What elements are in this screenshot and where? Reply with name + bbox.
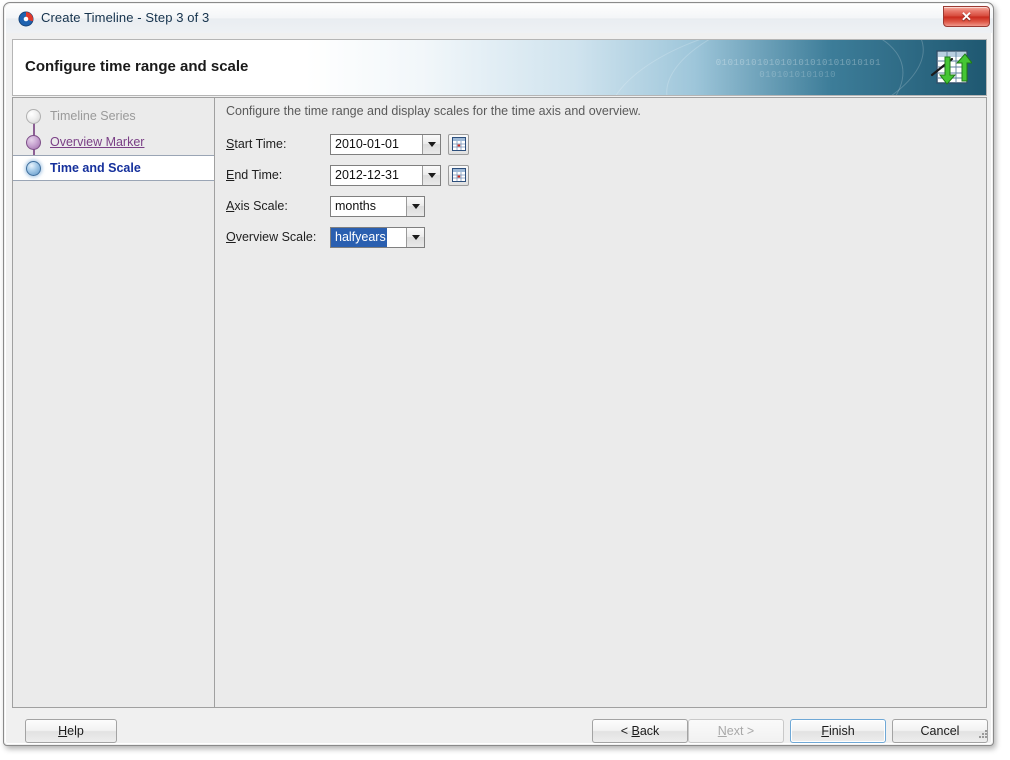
wizard-banner: Configure time range and scale 010101010… bbox=[12, 39, 987, 96]
application-screenshot: Create Timeline - Step 3 of 3 ✕ Configur… bbox=[0, 0, 1010, 760]
back-button[interactable]: < Back bbox=[592, 719, 688, 743]
field-row-axis-scale: Axis Scale: months bbox=[226, 195, 425, 217]
finish-button[interactable]: Finish bbox=[790, 719, 886, 743]
step-dot-visited-icon bbox=[26, 134, 41, 150]
back-button-label: < Back bbox=[620, 724, 660, 738]
step-dot-current-icon bbox=[26, 160, 41, 176]
start-time-dropdown-button[interactable] bbox=[422, 134, 440, 154]
axis-scale-label: Axis Scale: bbox=[226, 199, 288, 213]
end-time-combobox[interactable]: 2012-12-31 bbox=[330, 164, 441, 186]
page-description: Configure the time range and display sca… bbox=[226, 104, 641, 118]
overview-scale-combobox[interactable]: halfyears bbox=[330, 226, 425, 248]
sidebar-item-timeline-series[interactable]: Timeline Series bbox=[13, 103, 214, 129]
dialog-window: Create Timeline - Step 3 of 3 ✕ Configur… bbox=[3, 2, 994, 746]
sidebar-item-time-and-scale[interactable]: Time and Scale bbox=[13, 155, 214, 181]
next-button-label: Next > bbox=[717, 724, 755, 738]
sidebar-item-label: Timeline Series bbox=[50, 109, 136, 123]
timeline-sync-icon bbox=[928, 47, 974, 89]
field-row-overview-scale: Overview Scale: halfyears bbox=[226, 226, 425, 248]
start-time-combobox[interactable]: 2010-01-01 bbox=[330, 133, 441, 155]
overview-scale-dropdown-button[interactable] bbox=[406, 227, 424, 247]
wizard-content-panel: Configure the time range and display sca… bbox=[215, 97, 987, 708]
end-time-label: End Time: bbox=[226, 168, 283, 182]
end-time-calendar-button[interactable] bbox=[448, 164, 469, 186]
step-dot-inactive-icon bbox=[26, 108, 41, 124]
axis-scale-combobox[interactable]: months bbox=[330, 195, 425, 217]
oracle-circle-icon bbox=[18, 11, 34, 27]
chevron-down-icon bbox=[427, 141, 436, 147]
page-title: Configure time range and scale bbox=[25, 58, 249, 75]
wizard-steps-sidebar: Timeline Series Overview Marker Time and… bbox=[12, 97, 215, 708]
end-time-value: 2012-12-31 bbox=[335, 167, 399, 182]
help-button[interactable]: Help bbox=[25, 719, 117, 743]
end-time-dropdown-button[interactable] bbox=[422, 165, 440, 185]
start-time-calendar-button[interactable] bbox=[448, 133, 469, 155]
chevron-down-icon bbox=[411, 234, 420, 240]
title-bar: Create Timeline - Step 3 of 3 ✕ bbox=[6, 5, 993, 33]
sidebar-item-label: Overview Marker bbox=[50, 135, 145, 149]
next-button: Next > bbox=[688, 719, 784, 743]
field-row-end-time: End Time: 2012-12-31 bbox=[226, 164, 469, 186]
chevron-down-icon bbox=[411, 203, 420, 209]
chevron-down-icon bbox=[427, 172, 436, 178]
window-title: Create Timeline - Step 3 of 3 bbox=[41, 10, 210, 25]
axis-scale-value: months bbox=[335, 198, 376, 213]
banner-binary-text: 0101010101010101010101010101 bbox=[715, 58, 881, 68]
resize-grip[interactable] bbox=[975, 728, 988, 741]
start-time-value: 2010-01-01 bbox=[335, 136, 399, 151]
cancel-button[interactable]: Cancel bbox=[892, 719, 988, 743]
field-row-start-time: Start Time: 2010-01-01 bbox=[226, 133, 469, 155]
calendar-icon bbox=[451, 168, 466, 182]
close-icon: ✕ bbox=[961, 8, 972, 24]
overview-scale-label: Overview Scale: bbox=[226, 230, 317, 244]
banner-binary-text-2: 0101010101010 bbox=[759, 70, 836, 80]
start-time-label: Start Time: bbox=[226, 137, 287, 151]
sidebar-item-label: Time and Scale bbox=[50, 161, 141, 175]
overview-scale-value: halfyears bbox=[331, 227, 387, 247]
calendar-icon bbox=[451, 137, 466, 151]
sidebar-item-overview-marker[interactable]: Overview Marker bbox=[13, 129, 214, 155]
axis-scale-dropdown-button[interactable] bbox=[406, 196, 424, 216]
close-button[interactable]: ✕ bbox=[943, 6, 990, 27]
